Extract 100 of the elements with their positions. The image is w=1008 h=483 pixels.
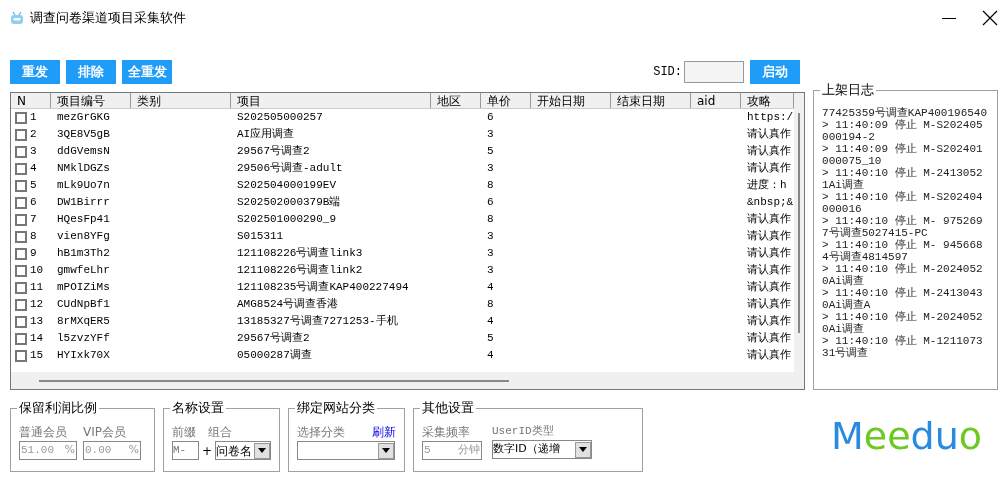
field-label: VIP会员 bbox=[83, 424, 127, 441]
field-label: 选择分类 bbox=[297, 424, 345, 441]
table-cell-text: S202505000257 bbox=[236, 110, 324, 126]
row-checkbox[interactable] bbox=[15, 332, 27, 345]
row-number: 15 bbox=[30, 348, 44, 364]
logo: Meeduo bbox=[830, 416, 982, 456]
row-number: 7 bbox=[30, 212, 37, 228]
table-cell-text: S202501000290_9 bbox=[236, 212, 338, 228]
table-cell-text: l5zvzYFf bbox=[56, 331, 111, 347]
table-cell-text: https:/ bbox=[746, 110, 794, 126]
row-checkbox[interactable] bbox=[15, 145, 27, 158]
table-cell-text: 请认真作 bbox=[746, 348, 792, 364]
row-checkbox[interactable] bbox=[15, 179, 27, 192]
column-header[interactable]: N bbox=[11, 93, 51, 108]
prefix-field[interactable]: M- bbox=[172, 441, 200, 460]
log-text: 77425359号调查KAP400196540 > 11:40:09 停止 M-S202405000194-2 > 11:40:09 停止 M-S202401000075_10 > 11:40:10 停止 M-24130521Ai调查 > 11:40:10 停止 M-S202404000016 > 11:40:10 停止 M- 9752697号调查5027415-PC > 11:40:10 停止 M- 9456684号调查4814597 > 11:40:10 停止 M-20240520Ai调查 > 11:40:10 停止 M-24130430Ai调查A > 11:40:10 停止 M-20240520Ai调查 > 11:40:10 停止 M-121107331号调查 bbox=[822, 106, 989, 359]
column-header[interactable]: 项目 bbox=[231, 93, 431, 108]
table-cell-text: gmwfeLhr bbox=[56, 263, 111, 279]
table-cell-text: 4 bbox=[486, 348, 495, 364]
table-cell-text: 13185327号调查7271253-手机 bbox=[236, 313, 399, 330]
table-cell-text: 3 bbox=[486, 263, 495, 279]
row-checkbox[interactable] bbox=[15, 230, 27, 243]
table-cell-text: 3 bbox=[486, 161, 495, 177]
row-number: 13 bbox=[30, 314, 44, 330]
group-title: 名称设置 bbox=[170, 400, 226, 416]
row-number: 8 bbox=[30, 229, 37, 245]
table-cell-text: 8 bbox=[486, 297, 495, 313]
table-cell-text: 8 bbox=[486, 178, 495, 194]
table-cell-text: 8rMXqER5 bbox=[56, 314, 111, 330]
table-cell-text: 进度：h bbox=[746, 178, 788, 194]
field-label: UserID类型 bbox=[492, 424, 555, 439]
horizontal-scrollbar[interactable] bbox=[11, 372, 805, 389]
column-header[interactable]: 地区 bbox=[431, 93, 481, 108]
table-cell-text: 29567号调查2 bbox=[236, 331, 311, 347]
table-cell-text: 6 bbox=[486, 110, 495, 126]
table-cell-text: 8 bbox=[486, 212, 495, 228]
table-cell-text: 请认真作 bbox=[746, 297, 792, 313]
column-header[interactable]: 单价 bbox=[481, 93, 531, 108]
table-cell-text: 请认真作 bbox=[746, 161, 792, 177]
plus-sign: + bbox=[202, 442, 213, 460]
table-cell-text: 3 bbox=[486, 229, 495, 245]
row-number: 3 bbox=[30, 144, 37, 160]
row-number: 4 bbox=[30, 161, 37, 177]
vertical-scrollbar[interactable] bbox=[794, 93, 805, 372]
column-header[interactable]: 开始日期 bbox=[531, 93, 611, 108]
table-cell-text: 请认真作 bbox=[746, 229, 792, 245]
table-cell-text: 29567号调查2 bbox=[236, 144, 311, 160]
column-header[interactable]: 项目编号 bbox=[51, 93, 131, 108]
row-number: 14 bbox=[30, 331, 44, 347]
table-cell-text: AI应用调查 bbox=[236, 127, 296, 143]
table-cell-text: vien8YFg bbox=[56, 229, 111, 245]
table-cell-text: 121108226号调查link2 bbox=[236, 263, 364, 279]
table-cell-text: 请认真作 bbox=[746, 212, 792, 228]
table-cell-text: 5 bbox=[486, 144, 495, 160]
userid-type-select[interactable]: 数字ID（递增 bbox=[492, 440, 592, 459]
field-label: 前缀 bbox=[172, 424, 196, 441]
row-checkbox[interactable] bbox=[15, 128, 27, 141]
table-cell-text: hB1m3Th2 bbox=[56, 246, 111, 262]
sid-label: SID: bbox=[653, 64, 682, 81]
row-checkbox[interactable] bbox=[15, 298, 27, 311]
refresh-link[interactable]: 刷新 bbox=[372, 423, 396, 441]
table-cell-text: 请认真作 bbox=[746, 263, 792, 279]
row-checkbox[interactable] bbox=[15, 264, 27, 277]
row-checkbox[interactable] bbox=[15, 196, 27, 209]
column-header[interactable]: aid bbox=[691, 93, 741, 108]
window-title: 调查问卷渠道项目采集软件 bbox=[30, 9, 186, 28]
column-header[interactable]: 类别 bbox=[131, 93, 231, 108]
row-checkbox[interactable] bbox=[15, 213, 27, 226]
row-number: 9 bbox=[30, 246, 37, 262]
table-cell-text: DW1Birrr bbox=[56, 195, 111, 211]
table-cell-text: AMG8524号调查香港 bbox=[236, 297, 340, 313]
category-select[interactable] bbox=[297, 441, 395, 460]
table-cell-text: 请认真作 bbox=[746, 280, 792, 296]
table-cell-text: 3 bbox=[486, 127, 495, 143]
table-cell-text: S015311 bbox=[236, 229, 285, 245]
row-checkbox[interactable] bbox=[15, 281, 27, 294]
row-number: 12 bbox=[30, 297, 44, 313]
group-title: 上架日志 bbox=[820, 82, 877, 98]
table-cell-text: ddGVemsN bbox=[56, 144, 111, 160]
column-header[interactable]: 结束日期 bbox=[611, 93, 691, 108]
group-title: 保留利润比例 bbox=[17, 400, 99, 416]
row-checkbox[interactable] bbox=[15, 111, 27, 124]
table-cell-text: 请认真作 bbox=[746, 127, 792, 143]
close-icon[interactable] bbox=[982, 10, 998, 26]
combo-select[interactable]: 问卷名 bbox=[215, 441, 271, 460]
row-checkbox[interactable] bbox=[15, 349, 27, 362]
row-number: 11 bbox=[30, 280, 44, 296]
table-cell-text: 请认真作 bbox=[746, 144, 792, 160]
row-checkbox[interactable] bbox=[15, 247, 27, 260]
table-cell-text: 5 bbox=[486, 331, 495, 347]
table-cell-text: 4 bbox=[486, 280, 495, 296]
table-cell-text: 3QE8V5gB bbox=[56, 127, 111, 143]
row-checkbox[interactable] bbox=[15, 162, 27, 175]
row-checkbox[interactable] bbox=[15, 315, 27, 328]
table-cell-text: HQesFp41 bbox=[56, 212, 111, 228]
table-cell-text: mLk9Uo7n bbox=[56, 178, 111, 194]
row-number: 10 bbox=[30, 263, 44, 279]
table-cell-text: 121108226号调查link3 bbox=[236, 246, 364, 262]
table-cell-text: 29506号调查-adult bbox=[236, 161, 344, 177]
sid-field[interactable] bbox=[684, 61, 744, 83]
